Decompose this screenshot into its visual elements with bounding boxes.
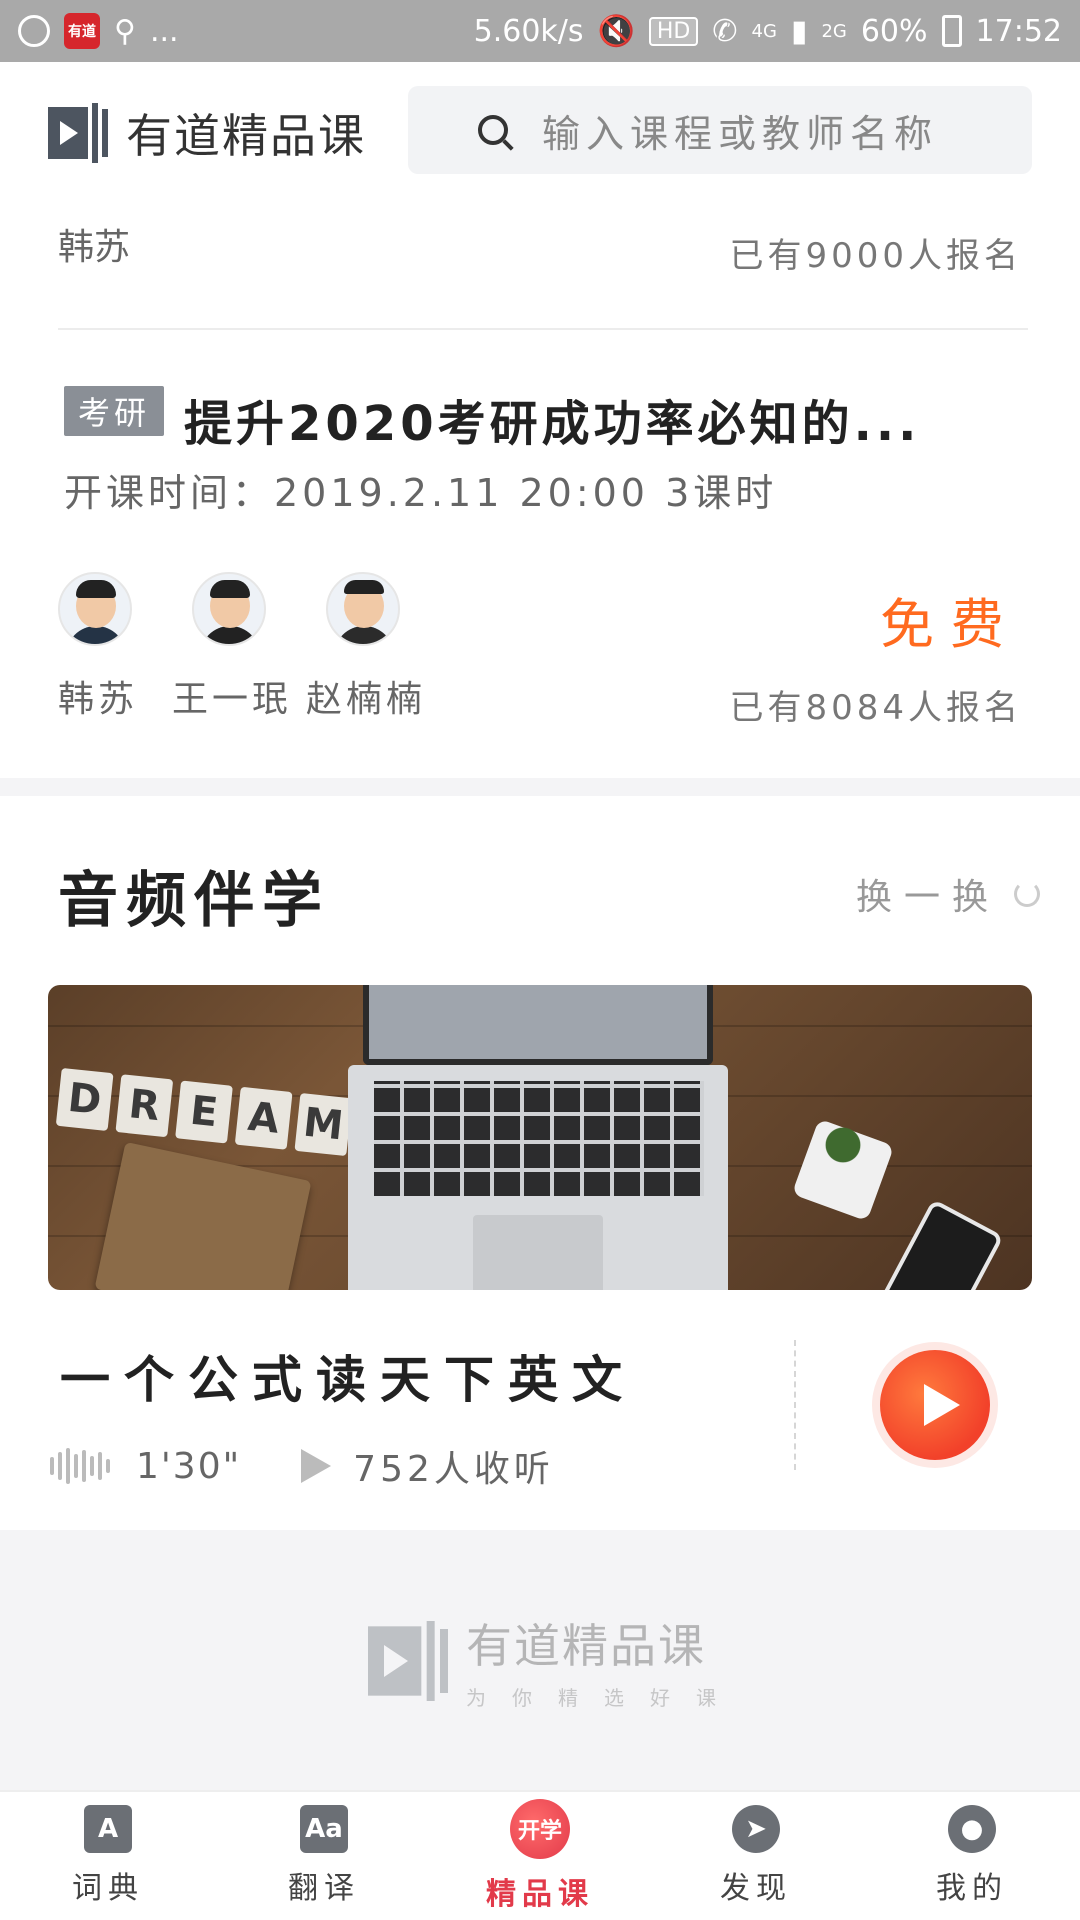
network-speed: 5.60k/s [473,13,584,49]
dream-letter: M [294,1092,353,1157]
audio-track-title[interactable]: 一个公式读天下英文 [60,1340,636,1412]
status-ellipsis: ... [149,13,179,49]
course-price: 免费 [880,593,1020,656]
logo-play-icon [48,103,108,163]
dream-letter: E [175,1080,233,1144]
plant-image [813,1115,873,1175]
teacher-avatars [58,572,400,646]
dream-letters: D R E A M [55,1067,353,1157]
dream-letter: D [55,1067,114,1132]
nav-discover[interactable]: ➤ 发现 [676,1805,836,1907]
nav-label: 词典 [72,1871,144,1906]
nav-label: 发现 [720,1871,792,1906]
course-tag: 考研 [64,386,165,436]
audio-duration: 1'30" [136,1445,242,1487]
search-input[interactable]: 输入课程或教师名称 [408,86,1032,174]
person-icon: ● [948,1805,996,1853]
divider [58,328,1028,330]
play-count-icon [301,1449,332,1483]
nav-premium-courses[interactable]: 开学 精品课 [460,1799,620,1913]
network-type-2: 2G [821,20,847,42]
section-gap [0,778,1080,796]
teacher-avatar[interactable] [192,572,266,646]
dream-letter: A [234,1086,293,1150]
course-time: 开课时间：2019.2.11 20:00 3课时 [64,471,778,515]
nav-profile[interactable]: ● 我的 [892,1805,1052,1907]
app-logo[interactable]: 有道精品课 [48,100,366,166]
dashed-separator [794,1340,796,1470]
footer-branding: 有道精品课 为你精选好课 [0,1530,1080,1790]
clock: 17:52 [975,13,1062,49]
footer-slogan: 为你精选好课 [466,1686,742,1710]
refresh-icon [1014,881,1040,907]
battery-icon [941,15,962,47]
network-type: 4G [751,20,777,42]
audio-section-title: 音频伴学 [58,866,330,936]
hd-badge: HD [648,16,699,46]
status-bar: 有道 ⚲ ... 5.60k/s 🔇 HD ✆ 4G ▮ 2G 60% 17:5… [0,0,1080,62]
phone-image [872,1198,1004,1290]
app-header: 有道精品课 输入课程或教师名称 [0,62,1080,182]
compass-icon: ➤ [732,1805,780,1853]
nav-label: 翻译 [288,1871,360,1906]
audio-track-meta: 1'30" 752人收听 [50,1440,554,1492]
laptop-screen-image [363,985,713,1065]
translate-icon: Aa [300,1805,348,1853]
teacher-name: 赵楠楠 [306,679,427,720]
audio-wave-icon [50,1448,110,1484]
footer-brand: 有道精品课 [466,1619,706,1673]
premium-courses-icon: 开学 [510,1799,570,1859]
swap-button[interactable]: 换一换 [856,868,1040,920]
prev-course-enroll-count: 已有9000人报名 [729,236,1022,276]
teacher-name: 韩苏 [58,679,139,720]
audio-listeners: 752人收听 [353,1449,554,1490]
nav-label: 我的 [936,1871,1008,1906]
teacher-avatar[interactable] [326,572,400,646]
search-notification-icon: ⚲ [114,13,136,49]
battery-level: 60% [860,13,928,49]
course-enroll-count: 已有8084人报名 [729,688,1022,728]
swap-label: 换一换 [855,877,1000,918]
footer-logo: 有道精品课 为你精选好课 [368,1610,742,1711]
nav-translate[interactable]: Aa 翻译 [244,1805,404,1907]
footer-logo-icon [368,1620,448,1701]
audio-banner-image[interactable]: D R E A M [48,985,1032,1290]
nav-label: 精品课 [486,1877,594,1912]
dictionary-icon: A [84,1805,132,1853]
course-title[interactable]: 提升2020考研成功率必知的... [184,384,920,454]
teacher-name: 王一珉 [172,679,293,720]
dream-letter: R [115,1074,174,1138]
bottom-nav: A 词典 Aa 翻译 开学 精品课 ➤ 发现 ● 我的 [0,1790,1080,1920]
teacher-names: 韩苏 王一珉 赵楠楠 [58,670,426,722]
search-icon [478,115,508,145]
prev-course-teacher: 韩苏 [58,227,131,268]
play-button[interactable] [880,1350,990,1460]
youdao-app-icon: 有道 [64,13,100,49]
search-placeholder: 输入课程或教师名称 [542,111,939,156]
signal-icon: ▮ [790,13,808,49]
teacher-avatar[interactable] [58,572,132,646]
account-icon [18,15,50,47]
mute-icon: 🔇 [597,13,635,49]
logo-title: 有道精品课 [126,109,366,163]
laptop-keyboard-image [348,1065,728,1290]
nav-dictionary[interactable]: A 词典 [28,1805,188,1907]
call-icon: ✆ [712,13,738,49]
